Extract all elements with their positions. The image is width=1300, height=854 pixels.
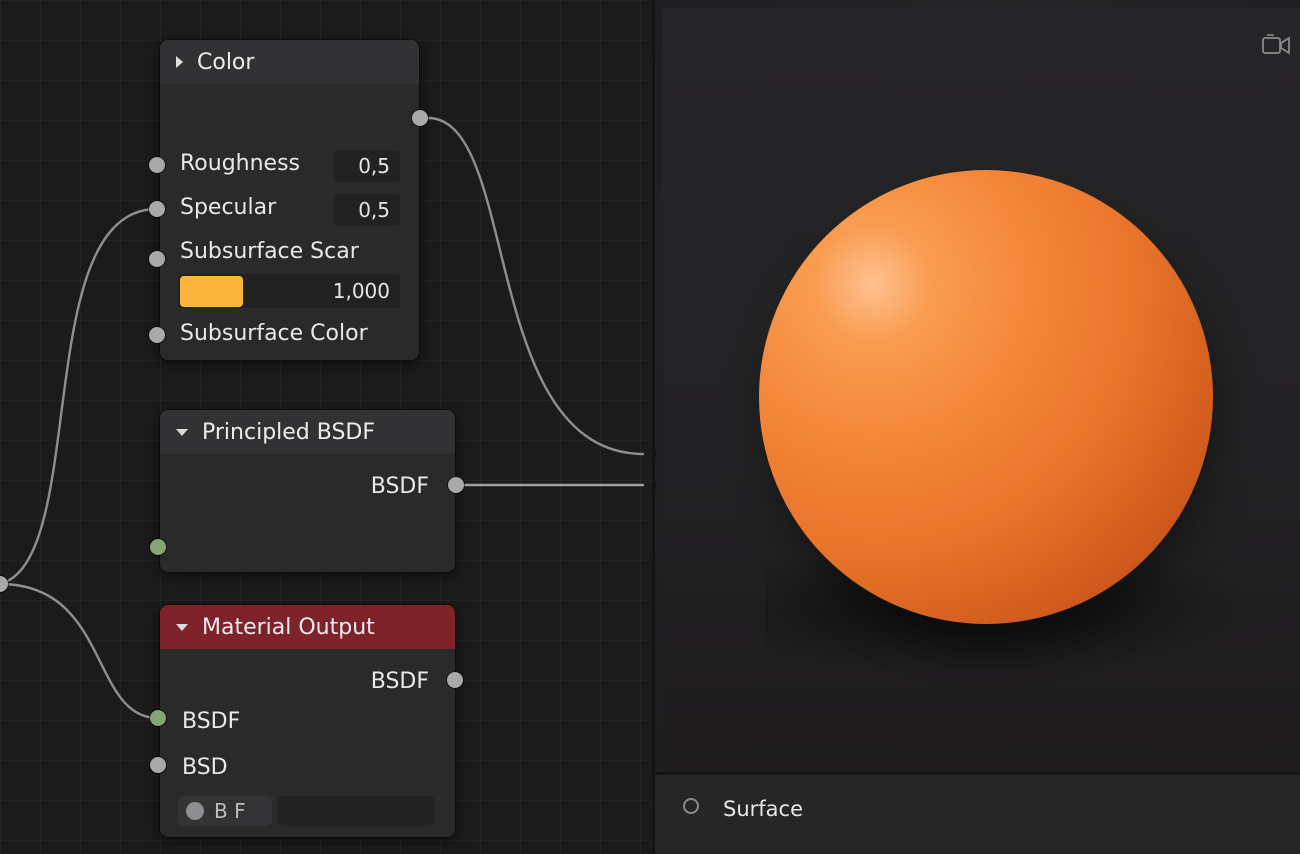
principled-bsdf-node[interactable]: Principled BSDF BSDF (160, 410, 455, 572)
roughness-label: Roughness (180, 151, 301, 176)
subsurface-scale-input-socket[interactable] (149, 251, 165, 267)
principled-bsdf-input-socket[interactable] (150, 539, 166, 555)
subsurface-scale-label: Subsurface Scar (180, 239, 359, 264)
subsurface-color-label: Subsurface Color (180, 321, 368, 346)
material-preview-viewport[interactable] (652, 0, 1300, 772)
preview-sphere (759, 170, 1213, 624)
bsdf-dropdown[interactable]: B F (178, 796, 272, 826)
collapse-triangle-icon[interactable] (176, 56, 183, 68)
surface-radio-button[interactable] (683, 798, 699, 814)
specular-value-field[interactable]: 0,5 (334, 194, 400, 226)
material-output-bsdf-in-label: BSDF (182, 709, 241, 734)
collapse-triangle-icon[interactable] (176, 623, 188, 631)
specular-input-socket[interactable] (149, 201, 165, 217)
specular-label: Specular (180, 195, 277, 220)
specular-value: 0,5 (358, 198, 390, 222)
offscreen-node-output-socket[interactable] (0, 576, 8, 592)
material-output-bsdf-out-label: BSDF (370, 669, 429, 694)
principled-bsdf-header[interactable]: Principled BSDF (160, 410, 455, 454)
roughness-value: 0,5 (358, 154, 390, 178)
material-output-empty-field[interactable] (278, 796, 434, 826)
roughness-value-field[interactable]: 0,5 (334, 150, 400, 182)
color-node-output-socket[interactable] (412, 110, 428, 126)
subsurface-scale-value: 1,000 (332, 279, 390, 303)
principled-bsdf-output-label: BSDF (370, 474, 429, 499)
material-output-bsd-input-socket[interactable] (150, 757, 166, 773)
color-node-header[interactable]: Color (160, 40, 419, 84)
color-node[interactable]: Color Roughness 0,5 Specular 0,5 Subsurf… (160, 40, 419, 360)
principled-bsdf-output-socket[interactable] (448, 477, 464, 493)
material-output-bsdf-input-socket[interactable] (150, 710, 166, 726)
surface-panel: Surface (652, 772, 1300, 854)
camera-icon[interactable] (1261, 34, 1291, 56)
viewport-input-socket-1[interactable] (652, 446, 655, 462)
material-output-title: Material Output (202, 614, 375, 640)
node-editor[interactable]: Color Roughness 0,5 Specular 0,5 Subsurf… (0, 0, 652, 854)
roughness-input-socket[interactable] (149, 157, 165, 173)
circle-icon (186, 802, 204, 820)
bsdf-dropdown-label: B F (214, 799, 246, 823)
color-node-title: Color (197, 49, 255, 75)
viewport-input-socket-2[interactable] (652, 477, 655, 493)
subsurface-color-input-socket[interactable] (149, 327, 165, 343)
material-output-output-socket[interactable] (447, 672, 463, 688)
subsurface-color-swatch[interactable] (180, 276, 243, 307)
surface-label: Surface (723, 797, 804, 821)
material-output-bsd-label: BSD (182, 755, 228, 780)
material-output-header[interactable]: Material Output (160, 605, 455, 649)
principled-bsdf-title: Principled BSDF (202, 419, 376, 445)
collapse-triangle-icon[interactable] (176, 428, 188, 436)
material-output-node[interactable]: Material Output BSDF BSDF BSD B F (160, 605, 455, 837)
